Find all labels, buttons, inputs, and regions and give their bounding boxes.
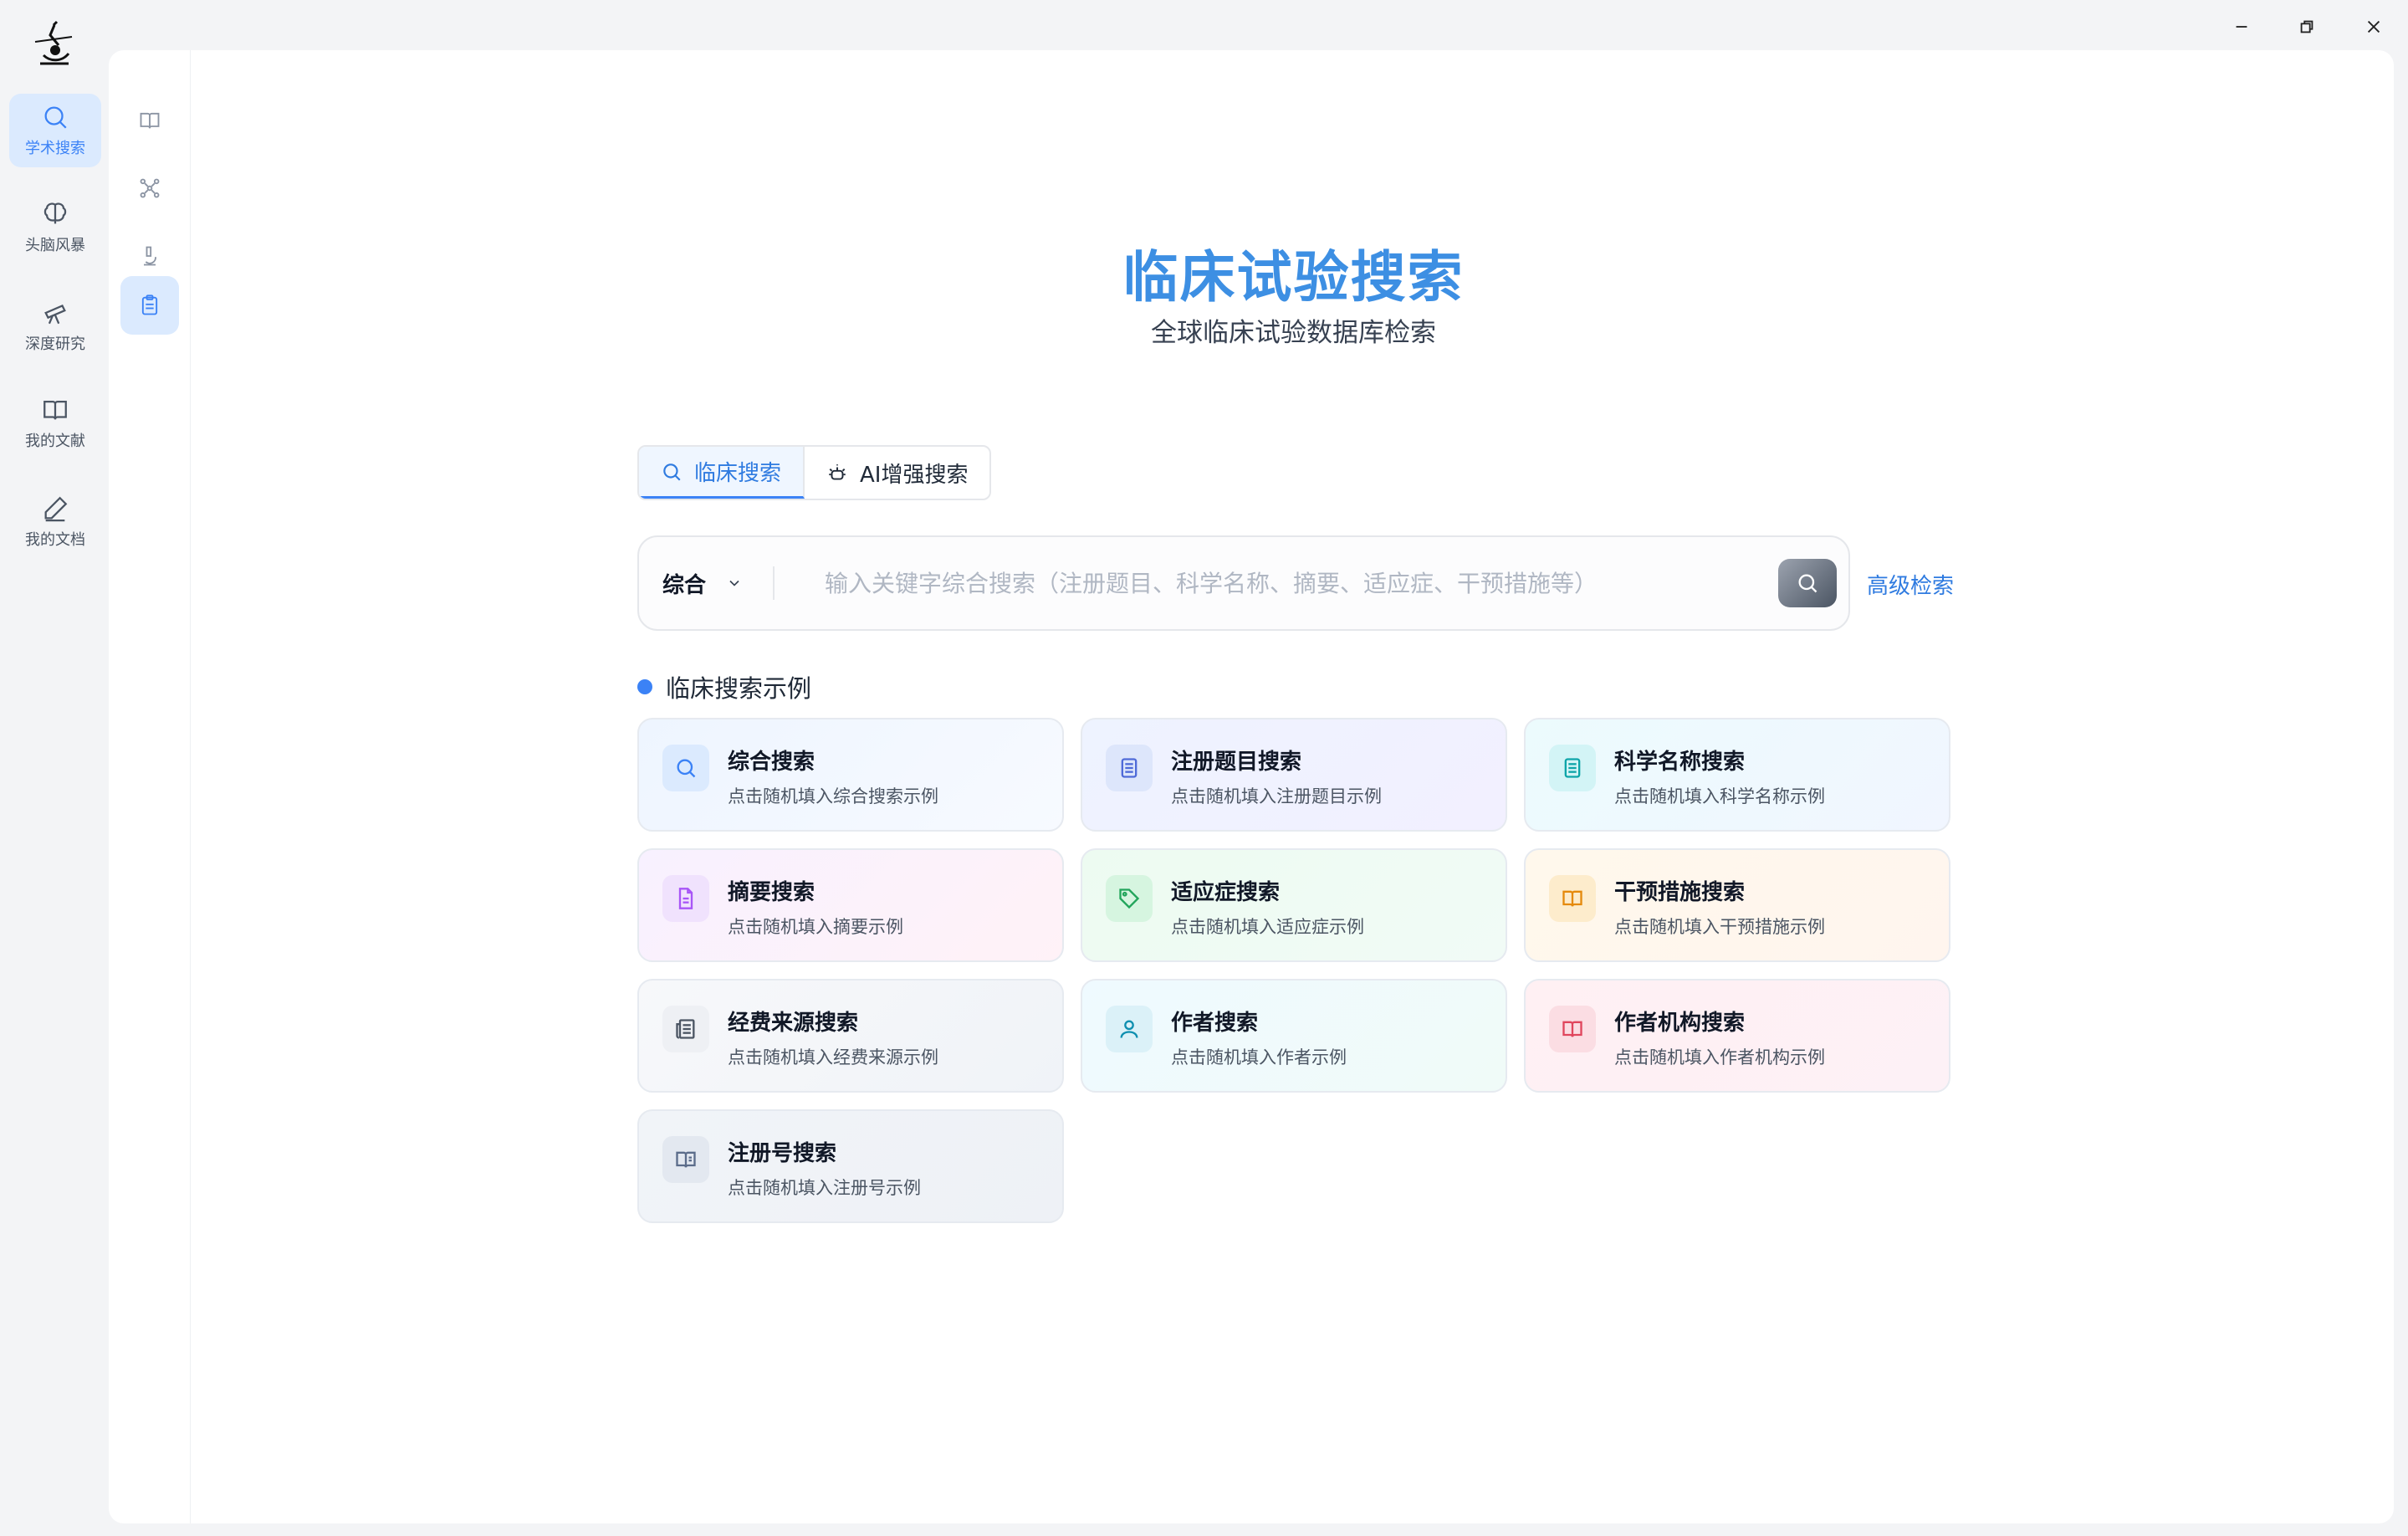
card-icon-box	[662, 1136, 709, 1183]
tab-ai-search[interactable]: AI增强搜索	[805, 447, 989, 499]
advanced-search-link[interactable]: 高级检索	[1867, 569, 1954, 600]
page-title: 临床试验搜索	[1122, 245, 1465, 310]
rail-item-my-documents[interactable]: 我的文档	[9, 485, 101, 559]
example-card-registered-title[interactable]: 注册题目搜索 点击随机填入注册题目示例	[1081, 718, 1507, 832]
search-scope-select[interactable]: 综合	[639, 568, 773, 599]
example-card-funding[interactable]: 经费来源搜索 点击随机填入经费来源示例	[637, 979, 1064, 1093]
rail-item-label: 我的文档	[25, 531, 85, 549]
card-desc: 点击随机填入干预措施示例	[1614, 917, 1825, 937]
card-desc: 点击随机填入注册号示例	[728, 1178, 921, 1198]
rail-item-academic-search[interactable]: 学术搜索	[9, 94, 101, 167]
example-card-registration-number[interactable]: 注册号搜索 点击随机填入注册号示例	[637, 1109, 1064, 1223]
pen-icon	[44, 496, 68, 522]
book-icon	[140, 112, 160, 129]
card-title: 适应症搜索	[1171, 880, 1281, 905]
card-icon-box	[1106, 875, 1153, 922]
example-card-author-institution[interactable]: 作者机构搜索 点击随机填入作者机构示例	[1524, 979, 1950, 1093]
book-open-icon	[43, 400, 67, 420]
search-scope-value: 综合	[662, 572, 707, 598]
close-icon	[2367, 20, 2380, 33]
maximize-button[interactable]	[2285, 12, 2329, 42]
tab-label: AI增强搜索	[860, 462, 969, 488]
book-open-icon	[1562, 890, 1582, 907]
card-title: 干预措施搜索	[1614, 880, 1746, 905]
card-title: 作者机构搜索	[1614, 1011, 1746, 1036]
card-icon-box	[1549, 875, 1596, 922]
card-icon-box	[1106, 745, 1153, 791]
card-title: 摘要搜索	[728, 880, 815, 905]
card-desc: 点击随机填入注册题目示例	[1171, 786, 1382, 806]
minimize-icon	[2236, 26, 2247, 28]
example-card-general[interactable]: 综合搜索 点击随机填入综合搜索示例	[637, 718, 1064, 832]
card-desc: 点击随机填入作者机构示例	[1614, 1047, 1825, 1068]
card-title: 科学名称搜索	[1614, 750, 1746, 775]
close-window-button[interactable]	[2352, 12, 2395, 42]
document-icon	[1564, 758, 1581, 778]
book-open-icon	[1562, 1021, 1582, 1037]
card-desc: 点击随机填入经费来源示例	[728, 1047, 938, 1068]
card-title: 注册号搜索	[728, 1141, 837, 1166]
search-button[interactable]	[1778, 559, 1837, 607]
sub-item-literature[interactable]	[120, 91, 179, 150]
tab-clinical-search[interactable]: 临床搜索	[639, 447, 805, 499]
card-title: 作者搜索	[1171, 1011, 1259, 1036]
search-icon	[677, 759, 696, 778]
examples-title: 临床搜索示例	[666, 674, 812, 703]
card-desc: 点击随机填入作者示例	[1171, 1047, 1347, 1068]
card-title: 经费来源搜索	[728, 1011, 859, 1036]
card-icon-box	[662, 1006, 709, 1052]
restore-icon	[2300, 20, 2313, 33]
card-desc: 点击随机填入综合搜索示例	[728, 786, 938, 806]
example-card-scientific-name[interactable]: 科学名称搜索 点击随机填入科学名称示例	[1524, 718, 1950, 832]
card-icon-box	[1106, 1006, 1153, 1052]
tab-label: 临床搜索	[694, 461, 782, 486]
search-icon	[44, 106, 67, 129]
rail-item-my-literature[interactable]: 我的文献	[9, 387, 101, 460]
examples-section-title: 临床搜索示例	[637, 669, 811, 704]
example-card-intervention[interactable]: 干预措施搜索 点击随机填入干预措施示例	[1524, 848, 1950, 962]
book-open-icon	[676, 1151, 696, 1168]
card-title: 注册题目搜索	[1171, 750, 1302, 775]
search-input[interactable]	[825, 569, 1778, 597]
ai-icon	[829, 464, 846, 480]
card-desc: 点击随机填入适应症示例	[1171, 917, 1364, 937]
card-icon-box	[1549, 1006, 1596, 1052]
card-title: 综合搜索	[728, 750, 815, 775]
rail-item-label: 学术搜索	[25, 140, 85, 157]
card-icon-box	[662, 745, 709, 791]
tag-icon	[1119, 888, 1140, 909]
user-icon	[1120, 1020, 1138, 1038]
sub-item-graph[interactable]	[120, 159, 179, 218]
page-subtitle: 全球临床试验数据库检索	[1151, 318, 1436, 348]
section-dot	[637, 679, 652, 694]
newspaper-icon	[676, 1019, 695, 1039]
minimize-button[interactable]	[2220, 12, 2263, 42]
card-desc: 点击随机填入科学名称示例	[1614, 786, 1825, 806]
search-icon	[1798, 574, 1818, 593]
card-icon-box	[1549, 745, 1596, 791]
example-card-abstract[interactable]: 摘要搜索 点击随机填入摘要示例	[637, 848, 1064, 962]
card-desc: 点击随机填入摘要示例	[728, 917, 903, 937]
document-icon	[1121, 758, 1138, 778]
left-rail: 学术搜索 头脑风暴 深度研究 我的文献 我的文档	[0, 0, 109, 1536]
search-bar: 综合	[637, 535, 1850, 631]
file-text-icon	[678, 888, 693, 909]
chevron-down-icon	[729, 580, 739, 586]
search-mode-tabs: 临床搜索 AI增强搜索	[637, 445, 992, 500]
brain-icon	[43, 202, 67, 224]
search-divider	[773, 566, 775, 600]
search-icon	[663, 463, 681, 481]
example-card-indication[interactable]: 适应症搜索 点击随机填入适应症示例	[1081, 848, 1507, 962]
app-logo	[34, 20, 73, 65]
rail-item-label: 我的文献	[25, 433, 85, 450]
example-card-author[interactable]: 作者搜索 点击随机填入作者示例	[1081, 979, 1507, 1093]
card-icon-box	[662, 875, 709, 922]
network-icon	[140, 178, 160, 198]
